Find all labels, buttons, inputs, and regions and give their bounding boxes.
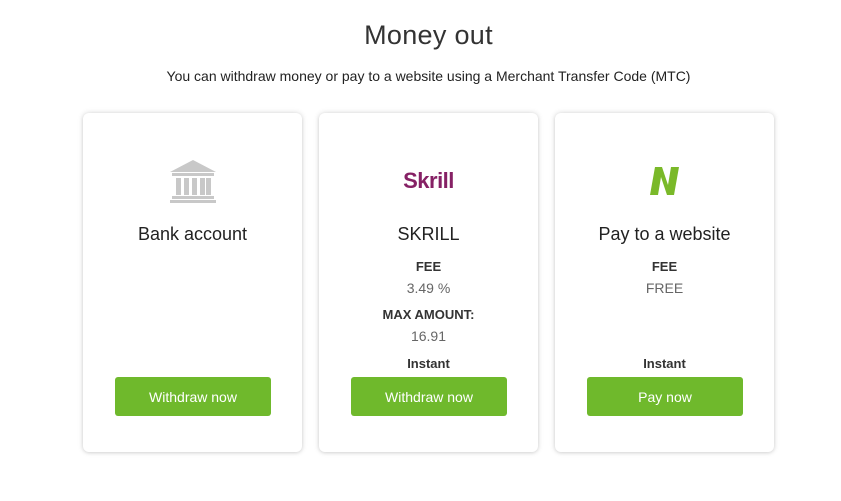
withdraw-now-button[interactable]: Withdraw now	[351, 377, 507, 416]
neteller-n-icon	[555, 157, 774, 205]
fee-label: FEE	[651, 259, 678, 274]
card-title: Pay to a website	[598, 224, 731, 244]
bank-account-card: Bank account Withdraw now	[83, 113, 302, 452]
skrill-card: Skrill SKRILL FEE 3.49 % MAX AMOUNT: 16.…	[319, 113, 538, 452]
card-title: SKRILL	[397, 224, 460, 244]
fee-value: 3.49 %	[406, 280, 451, 296]
fee-value: FREE	[645, 280, 684, 296]
bank-icon	[83, 157, 302, 205]
page-subtitle: You can withdraw money or pay to a websi…	[166, 68, 691, 84]
withdraw-now-button[interactable]: Withdraw now	[115, 377, 271, 416]
pay-to-website-card: Pay to a website FEE FREE Instant Pay no…	[555, 113, 774, 452]
max-amount-value: 16.91	[410, 328, 447, 344]
page-title: Money out	[364, 20, 493, 50]
speed-label: Instant	[407, 356, 450, 371]
skrill-logo-text: Skrill	[403, 168, 454, 193]
money-out-page: Money out You can withdraw money or pay …	[0, 0, 841, 501]
fee-label: FEE	[415, 259, 442, 274]
skrill-logo: Skrill	[319, 157, 538, 205]
card-title: Bank account	[137, 224, 248, 244]
max-amount-label: MAX AMOUNT:	[382, 307, 475, 322]
speed-label: Instant	[643, 356, 686, 371]
pay-now-button[interactable]: Pay now	[587, 377, 743, 416]
